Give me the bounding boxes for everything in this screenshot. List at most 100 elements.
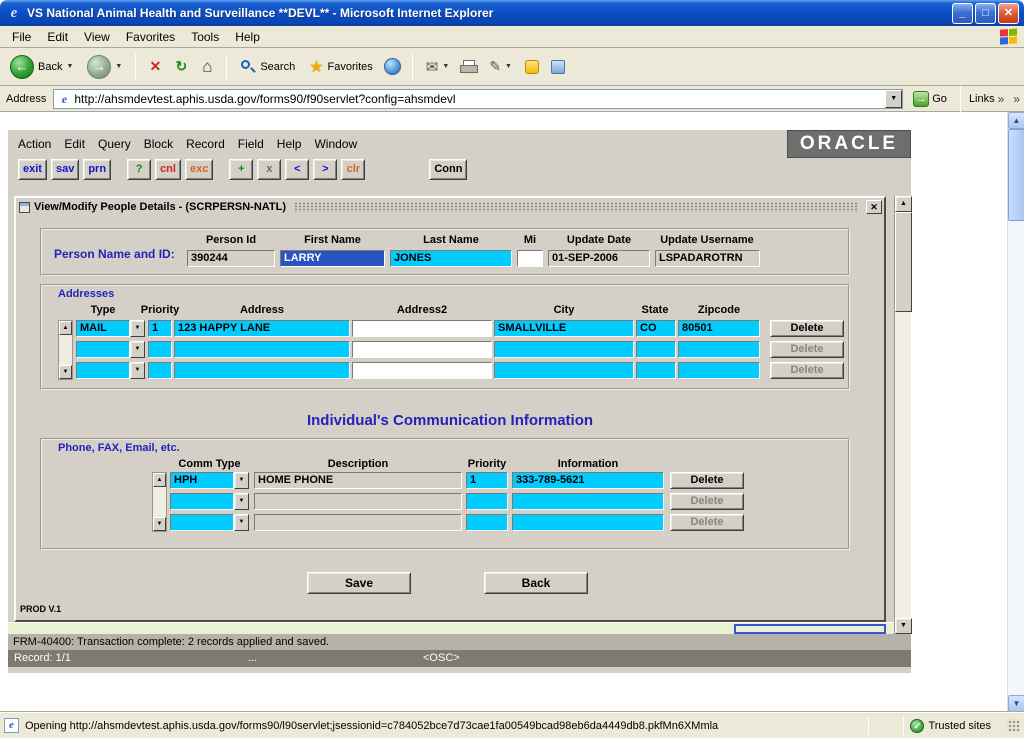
close-button[interactable]: ✕ [998, 3, 1019, 24]
forms-menu-query[interactable]: Query [98, 137, 131, 151]
comm-type-field[interactable] [170, 493, 234, 510]
address2-field[interactable] [352, 320, 492, 337]
search-button[interactable]: Search [236, 57, 299, 77]
forms-conn-button[interactable]: Conn [429, 159, 467, 180]
save-button[interactable]: Save [307, 572, 411, 594]
forms-menu-action[interactable]: Action [18, 137, 51, 151]
forward-button[interactable]: → ▼ [83, 53, 126, 81]
comm-type-dropdown-icon[interactable]: ▼ [234, 493, 249, 510]
forms-menu-window[interactable]: Window [314, 137, 357, 151]
browser-scrollbar[interactable]: ▲ ▼ [1007, 112, 1024, 712]
menu-help[interactable]: Help [227, 27, 268, 47]
description-field[interactable] [254, 493, 462, 510]
state-field[interactable]: CO [636, 320, 676, 337]
information-field[interactable] [512, 514, 664, 531]
forms-exit-button[interactable]: exit [18, 159, 47, 180]
information-field[interactable]: 333-789-5621 [512, 472, 664, 489]
address-field[interactable] [174, 362, 350, 379]
scroll-up-icon[interactable]: ▲ [59, 321, 72, 335]
forms-menu-edit[interactable]: Edit [64, 137, 85, 151]
city-field[interactable] [494, 341, 634, 358]
type-dropdown-icon[interactable]: ▼ [130, 320, 145, 337]
update-date-field[interactable]: 01-SEP-2006 [548, 250, 650, 267]
people-details-titlebar[interactable]: View/Modify People Details - (SCRPERSN-N… [16, 198, 884, 216]
comm-type-field[interactable] [170, 514, 234, 531]
go-button[interactable]: → Go [908, 90, 952, 108]
toolbar-overflow-chevron-icon[interactable]: » [1013, 92, 1020, 106]
mdi-scrollbar-thumb[interactable] [895, 212, 912, 312]
edit-dropdown-icon[interactable]: ▼ [505, 63, 512, 70]
address-priority-field[interactable] [148, 341, 172, 358]
forms-menu-block[interactable]: Block [144, 137, 173, 151]
addresses-scrollbar[interactable]: ▲ ▼ [58, 320, 73, 380]
mdi-scroll-up-icon[interactable]: ▲ [895, 196, 912, 212]
favorites-button[interactable]: ★ Favorites [305, 55, 377, 79]
forms-menu-field[interactable]: Field [238, 137, 264, 151]
mail-dropdown-icon[interactable]: ▼ [442, 63, 449, 70]
menu-file[interactable]: File [4, 27, 39, 47]
menu-favorites[interactable]: Favorites [118, 27, 183, 47]
address2-field[interactable] [352, 341, 492, 358]
links-button[interactable]: Links » [969, 92, 1008, 106]
first-name-field[interactable]: LARRY [280, 250, 385, 267]
address-input[interactable]: e http://ahsmdevtest.aphis.usda.gov/form… [53, 89, 903, 109]
discuss-button[interactable] [548, 57, 568, 77]
minimize-button[interactable]: _ [952, 3, 973, 24]
comm-type-dropdown-icon[interactable]: ▼ [234, 472, 249, 489]
browser-scroll-up-icon[interactable]: ▲ [1008, 112, 1024, 129]
forms-save-button[interactable]: sav [51, 159, 79, 180]
window-titlebar[interactable]: e VS National Animal Health and Surveill… [0, 0, 1024, 26]
address-priority-field[interactable] [148, 362, 172, 379]
forms-delete-button[interactable]: x [257, 159, 281, 180]
forward-dropdown-icon[interactable]: ▼ [115, 63, 122, 70]
state-field[interactable] [636, 362, 676, 379]
window-drag-area[interactable] [294, 202, 858, 212]
update-username-field[interactable]: LSPADAROTRN [655, 250, 760, 267]
comm-type-field[interactable]: HPH [170, 472, 234, 489]
address-type-field[interactable]: MAIL [76, 320, 130, 337]
comm-type-dropdown-icon[interactable]: ▼ [234, 514, 249, 531]
comm-priority-field[interactable] [466, 493, 508, 510]
stop-button[interactable]: ✕ [145, 57, 165, 77]
menu-tools[interactable]: Tools [183, 27, 227, 47]
refresh-button[interactable]: ↻ [171, 57, 191, 77]
information-field[interactable] [512, 493, 664, 510]
forms-help-button[interactable]: ? [127, 159, 151, 180]
browser-scrollbar-thumb[interactable] [1008, 129, 1024, 221]
state-field[interactable] [636, 341, 676, 358]
scroll-down-icon[interactable]: ▼ [59, 365, 72, 379]
forms-cancel-button[interactable]: cnl [155, 159, 181, 180]
address2-field[interactable] [352, 362, 492, 379]
address-field[interactable]: 123 HAPPY LANE [174, 320, 350, 337]
back-button[interactable]: ← Back ▼ [6, 53, 77, 81]
forms-execute-button[interactable]: exc [185, 159, 213, 180]
zipcode-field[interactable] [678, 341, 760, 358]
address-dropdown-icon[interactable]: ▼ [885, 90, 902, 108]
mi-field[interactable] [517, 250, 543, 267]
comm-delete-button[interactable]: Delete [670, 472, 744, 489]
address-delete-button[interactable]: Delete [770, 320, 844, 337]
back-button[interactable]: Back [484, 572, 588, 594]
last-name-field[interactable]: JONES [390, 250, 512, 267]
city-field[interactable]: SMALLVILLE [494, 320, 634, 337]
address-url[interactable]: http://ahsmdevtest.aphis.usda.gov/forms9… [74, 92, 885, 106]
edit-button[interactable]: ✎ ▼ [485, 56, 516, 77]
forms-clear-button[interactable]: clr [341, 159, 365, 180]
back-dropdown-icon[interactable]: ▼ [66, 63, 73, 70]
messenger-button[interactable] [522, 57, 542, 77]
comm-priority-field[interactable] [466, 514, 508, 531]
forms-print-button[interactable]: prn [83, 159, 111, 180]
forms-menu-help[interactable]: Help [277, 137, 302, 151]
address-type-field[interactable] [76, 362, 130, 379]
person-id-field[interactable]: 390244 [187, 250, 275, 267]
forms-previous-button[interactable]: < [285, 159, 309, 180]
maximize-button[interactable]: □ [975, 3, 996, 24]
description-field[interactable] [254, 514, 462, 531]
zipcode-field[interactable]: 80501 [678, 320, 760, 337]
type-dropdown-icon[interactable]: ▼ [130, 341, 145, 358]
zipcode-field[interactable] [678, 362, 760, 379]
mdi-scroll-down-icon[interactable]: ▼ [895, 618, 912, 634]
address-priority-field[interactable]: 1 [148, 320, 172, 337]
description-field[interactable]: HOME PHONE [254, 472, 462, 489]
forms-menu-record[interactable]: Record [186, 137, 225, 151]
